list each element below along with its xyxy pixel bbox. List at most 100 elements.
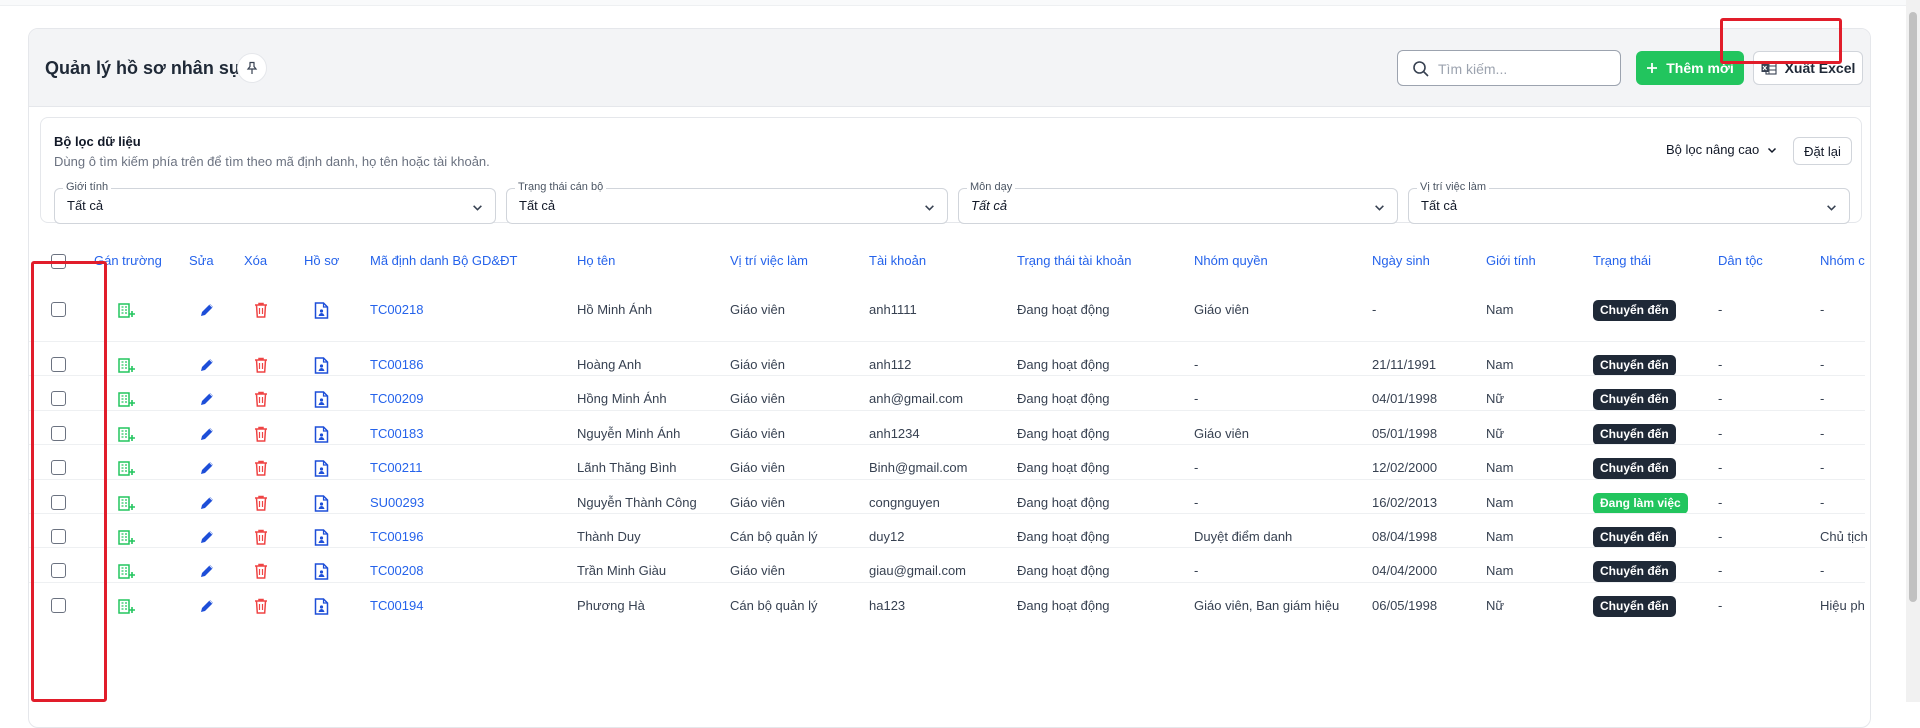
assign-school-icon[interactable] bbox=[118, 301, 136, 319]
profile-document-icon[interactable] bbox=[312, 459, 330, 477]
edit-icon[interactable] bbox=[198, 301, 216, 319]
column-header[interactable]: Hồ sơ bbox=[304, 251, 339, 271]
staff-status-filter-value: Tất cả bbox=[519, 198, 556, 213]
edit-icon[interactable] bbox=[198, 562, 216, 580]
column-header[interactable]: Tài khoản bbox=[869, 251, 926, 271]
job-position: Giáo viên bbox=[730, 302, 785, 317]
assign-school-icon[interactable] bbox=[118, 528, 136, 546]
row-checkbox[interactable] bbox=[51, 302, 66, 317]
search-input[interactable] bbox=[1438, 59, 1613, 79]
scrollbar-thumb[interactable] bbox=[1909, 12, 1917, 602]
plus-icon bbox=[1647, 63, 1658, 73]
row-checkbox[interactable] bbox=[51, 357, 66, 372]
status-badge: Chuyển đến bbox=[1593, 458, 1676, 479]
column-header[interactable]: Sửa bbox=[189, 251, 214, 271]
pin-button[interactable] bbox=[237, 53, 267, 83]
delete-icon[interactable] bbox=[252, 301, 270, 319]
row-checkbox[interactable] bbox=[51, 529, 66, 544]
staff-id-link[interactable]: TC00194 bbox=[370, 585, 423, 627]
ethnicity: - bbox=[1718, 302, 1723, 317]
delete-icon[interactable] bbox=[252, 528, 270, 546]
chevron-down-icon bbox=[1375, 205, 1384, 211]
profile-document-icon[interactable] bbox=[312, 425, 330, 443]
role-group: Giáo viên bbox=[1194, 302, 1249, 317]
assign-school-icon[interactable] bbox=[118, 356, 136, 374]
row-checkbox[interactable] bbox=[51, 563, 66, 578]
delete-icon[interactable] bbox=[252, 494, 270, 512]
group-cell: Hiệu ph bbox=[1820, 598, 1865, 613]
reset-button[interactable]: Đặt lại bbox=[1793, 137, 1852, 165]
delete-icon[interactable] bbox=[252, 459, 270, 477]
profile-document-icon[interactable] bbox=[312, 494, 330, 512]
profile-document-icon[interactable] bbox=[312, 301, 330, 319]
delete-icon[interactable] bbox=[252, 597, 270, 615]
gender-filter-select[interactable]: Giới tính Tất cả bbox=[54, 181, 496, 224]
advanced-filter-toggle[interactable]: Bộ lọc nâng cao bbox=[1666, 142, 1777, 157]
row-checkbox[interactable] bbox=[51, 460, 66, 475]
delete-icon[interactable] bbox=[252, 390, 270, 408]
job-position: Cán bộ quản lý bbox=[730, 598, 818, 613]
column-header[interactable]: Nhóm quyền bbox=[1194, 251, 1268, 271]
date-of-birth: 06/05/1998 bbox=[1372, 598, 1438, 613]
assign-school-icon[interactable] bbox=[118, 597, 136, 615]
profile-document-icon[interactable] bbox=[312, 390, 330, 408]
position-filter-select[interactable]: Vị trí việc làm Tất cả bbox=[1408, 181, 1850, 224]
subject-filter-select[interactable]: Môn dạy Tất cả bbox=[958, 181, 1398, 224]
row-checkbox[interactable] bbox=[51, 391, 66, 406]
export-excel-label: Xuất Excel bbox=[1784, 60, 1856, 76]
row-checkbox[interactable] bbox=[51, 495, 66, 510]
column-header[interactable]: Họ tên bbox=[577, 251, 615, 271]
row-checkbox[interactable] bbox=[51, 598, 66, 613]
status-badge: Chuyển đến bbox=[1593, 527, 1676, 548]
search-icon bbox=[1413, 61, 1429, 77]
filter-title: Bộ lọc dữ liệu bbox=[54, 134, 141, 149]
profile-document-icon[interactable] bbox=[312, 562, 330, 580]
staff-status-filter-select[interactable]: Trạng thái cán bộ Tất cả bbox=[506, 181, 948, 224]
export-excel-button[interactable]: Xuất Excel bbox=[1753, 51, 1863, 85]
add-new-button[interactable]: Thêm mới bbox=[1636, 51, 1744, 85]
column-header[interactable]: Xóa bbox=[244, 251, 267, 271]
delete-icon[interactable] bbox=[252, 356, 270, 374]
edit-icon[interactable] bbox=[198, 528, 216, 546]
edit-icon[interactable] bbox=[198, 459, 216, 477]
edit-icon[interactable] bbox=[198, 494, 216, 512]
column-header[interactable]: Nhóm c bbox=[1820, 251, 1865, 271]
assign-school-icon[interactable] bbox=[118, 562, 136, 580]
edit-icon[interactable] bbox=[198, 425, 216, 443]
edit-icon[interactable] bbox=[198, 597, 216, 615]
page-header: Quản lý hồ sơ nhân sự Thêm mới Xuất Exce… bbox=[29, 29, 1870, 107]
gender-filter-label: Giới tính bbox=[63, 181, 112, 193]
staff-status-filter-label: Trạng thái cán bộ bbox=[515, 181, 607, 193]
column-header[interactable]: Vị trí việc làm bbox=[730, 251, 808, 271]
assign-school-icon[interactable] bbox=[118, 390, 136, 408]
row-checkbox[interactable] bbox=[51, 426, 66, 441]
row-divider bbox=[29, 582, 1865, 583]
position-filter-label: Vị trí việc làm bbox=[1417, 181, 1490, 193]
edit-icon[interactable] bbox=[198, 390, 216, 408]
table-row[interactable]: TC00194 Phương Hà Cán bộ quản lý ha123 Đang … bbox=[29, 585, 1865, 627]
column-header[interactable]: Dân tộc bbox=[1718, 251, 1763, 271]
column-header[interactable]: Gán trường bbox=[94, 251, 162, 271]
column-header[interactable]: Trạng thái tài khoản bbox=[1017, 251, 1131, 271]
chevron-down-icon bbox=[1827, 205, 1836, 211]
table-row[interactable]: TC00218 Hồ Minh Ánh Giáo viên anh1111 Đang h… bbox=[29, 289, 1865, 331]
delete-icon[interactable] bbox=[252, 562, 270, 580]
search-field[interactable] bbox=[1397, 50, 1621, 86]
edit-icon[interactable] bbox=[198, 356, 216, 374]
column-header[interactable]: Trạng thái bbox=[1593, 251, 1651, 271]
delete-icon[interactable] bbox=[252, 425, 270, 443]
profile-document-icon[interactable] bbox=[312, 597, 330, 615]
select-all-checkbox[interactable] bbox=[51, 254, 66, 269]
assign-school-icon[interactable] bbox=[118, 494, 136, 512]
assign-school-icon[interactable] bbox=[118, 425, 136, 443]
profile-document-icon[interactable] bbox=[312, 356, 330, 374]
column-header[interactable]: Mã định danh Bộ GD&ĐT bbox=[370, 251, 517, 271]
account-name: anh1111 bbox=[869, 302, 917, 317]
column-header[interactable]: Ngày sinh bbox=[1372, 251, 1430, 271]
status-badge: Chuyển đến bbox=[1593, 561, 1676, 582]
profile-document-icon[interactable] bbox=[312, 528, 330, 546]
assign-school-icon[interactable] bbox=[118, 459, 136, 477]
page-scrollbar[interactable] bbox=[1906, 0, 1920, 702]
column-header[interactable]: Giới tính bbox=[1486, 251, 1536, 271]
staff-id-link[interactable]: TC00218 bbox=[370, 289, 423, 331]
